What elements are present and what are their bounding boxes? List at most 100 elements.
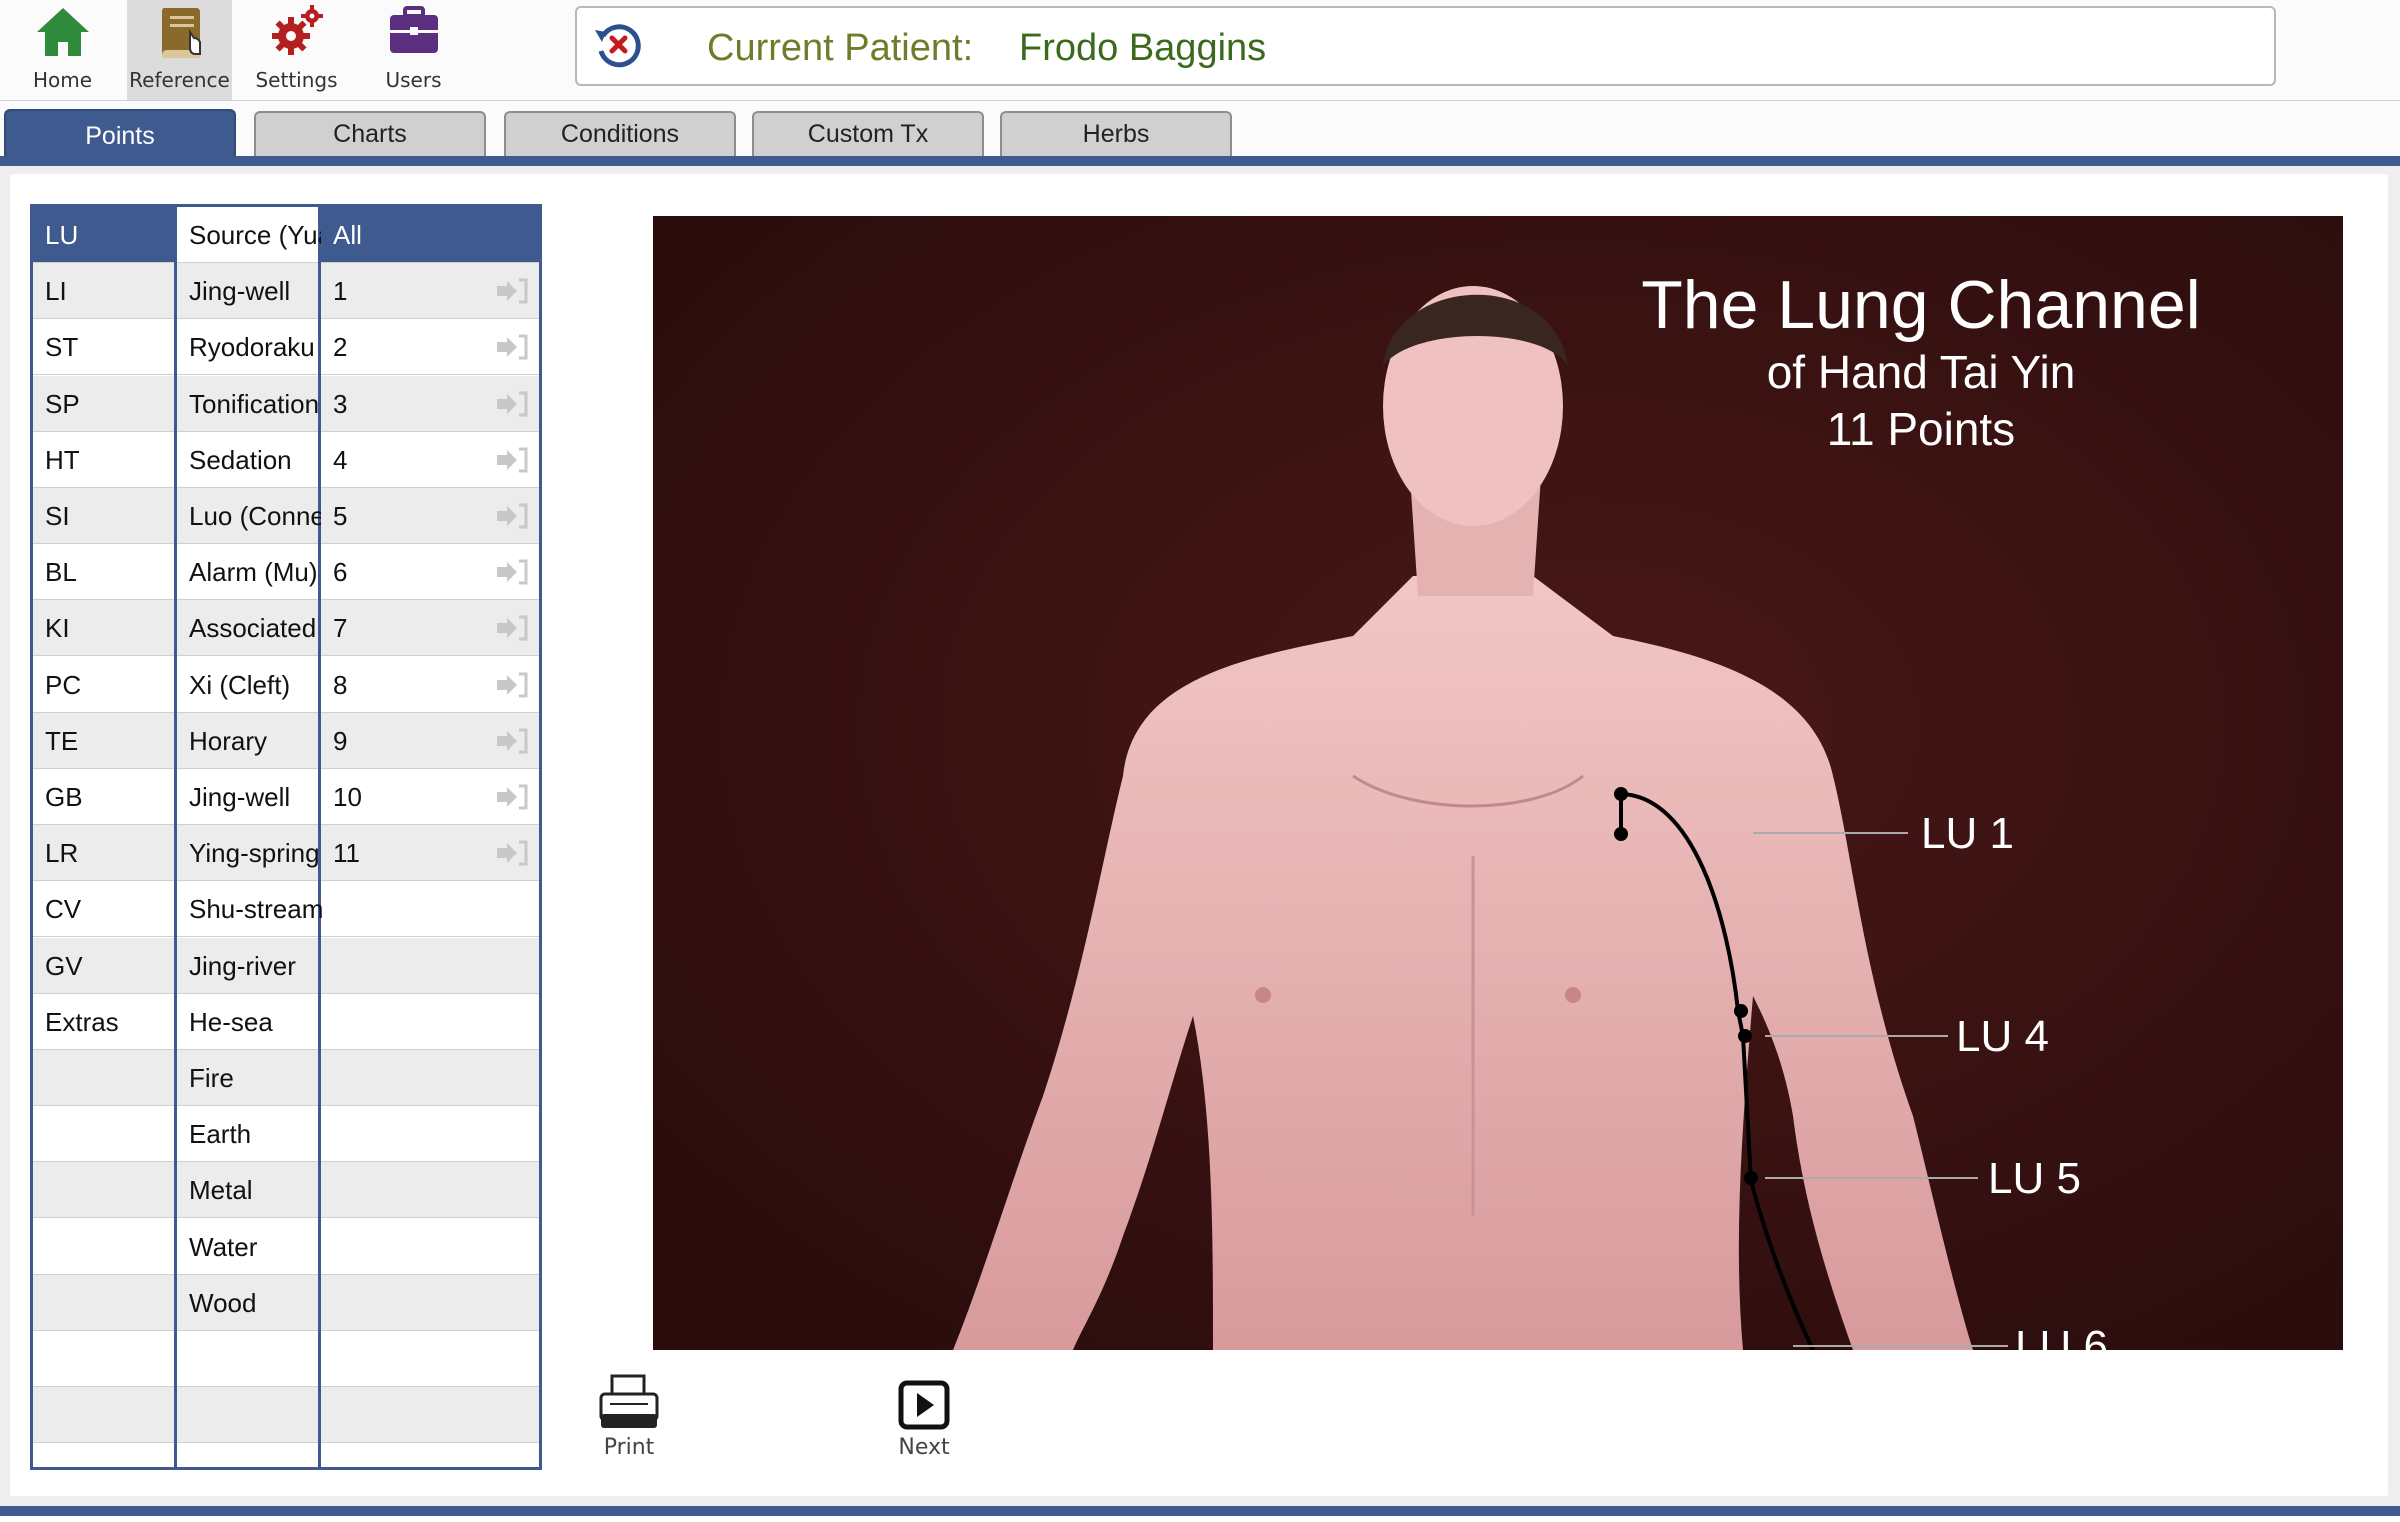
channel-item[interactable]: BL	[33, 544, 174, 601]
empty-cell	[177, 1387, 318, 1444]
settings-button[interactable]: Settings	[244, 0, 349, 100]
point-type-item[interactable]: Ryodoraku	[177, 319, 318, 376]
channel-item[interactable]: LI	[33, 263, 174, 320]
point-type-item[interactable]: Luo (Connecting)	[177, 488, 388, 544]
go-to-point-icon	[497, 615, 528, 641]
next-label: Next	[898, 1435, 950, 1460]
point-number-item[interactable]: 11	[321, 825, 539, 882]
point-label-lu1: LU 1	[1921, 809, 2014, 858]
point-number-item-label: 10	[333, 782, 362, 812]
channel-item[interactable]: ST	[33, 319, 174, 376]
point-type-item-label: Fire	[189, 1063, 234, 1093]
reference-button[interactable]: Reference	[127, 0, 232, 100]
tab-points[interactable]: Points	[4, 109, 236, 161]
point-type-item[interactable]: Jing-well	[177, 769, 318, 825]
go-to-point-icon	[497, 784, 528, 810]
point-type-item[interactable]: Ying-spring	[177, 825, 320, 882]
history-icon[interactable]	[591, 18, 645, 72]
point-type-item[interactable]: Xi (Cleft)	[177, 657, 318, 713]
point-number-item[interactable]: 3	[321, 375, 539, 432]
point-number-item[interactable]: 10	[321, 769, 539, 825]
point-type-item-label: Sedation	[189, 444, 292, 475]
point-number-item[interactable]: 4	[321, 432, 539, 488]
point-type-item[interactable]: Source (Yuan)	[177, 207, 355, 263]
go-to-point-icon	[497, 334, 528, 360]
tab-custom-tx[interactable]: Custom Tx	[752, 111, 984, 157]
point-type-item[interactable]: Jing-well	[177, 263, 318, 320]
point-label-lu5: LU 5	[1988, 1154, 2081, 1203]
point-number-column: All 1 2 3 4 5 6 7 8 9 10 11	[321, 207, 539, 1467]
point-type-item[interactable]: Horary	[177, 712, 318, 769]
point-number-item[interactable]: 7	[321, 600, 539, 657]
channel-item-label: Extras	[45, 1006, 119, 1037]
point-type-item[interactable]: Fire	[177, 1050, 318, 1106]
lung-channel-figure: LU 1 LU 4 LU 5 LU 6 The Lung Channel of …	[653, 216, 2343, 1350]
channel-item[interactable]: LU	[33, 207, 174, 263]
point-type-item[interactable]: Wood	[177, 1274, 318, 1331]
point-type-item[interactable]: Associated (Shu)	[177, 600, 387, 657]
point-number-item[interactable]: 1	[321, 263, 539, 320]
house-icon	[37, 8, 89, 56]
tab-charts[interactable]: Charts	[254, 111, 486, 157]
tab-herbs[interactable]: Herbs	[1000, 111, 1232, 157]
channel-item[interactable]: SP	[33, 375, 174, 432]
point-number-item[interactable]: All	[321, 207, 539, 263]
point-number-item[interactable]: 2	[321, 319, 539, 376]
empty-cell	[321, 994, 539, 1050]
channel-item-label: CV	[45, 894, 82, 925]
point-type-item[interactable]: Metal	[177, 1162, 318, 1219]
channel-item[interactable]: KI	[33, 600, 174, 657]
channel-item[interactable]: CV	[33, 881, 174, 938]
channel-item[interactable]: TE	[33, 712, 174, 769]
empty-cell	[33, 1387, 174, 1444]
channel-item-label: TE	[45, 725, 79, 756]
point-type-item-label: Xi (Cleft)	[189, 669, 291, 700]
users-label: Users	[385, 68, 442, 92]
point-type-item-label: Shu-stream	[189, 894, 324, 925]
channel-item[interactable]: Extras	[33, 994, 174, 1050]
point-type-item-label: Jing-well	[189, 782, 291, 812]
point-number-item-label: All	[333, 220, 362, 250]
next-button[interactable]: Next	[885, 1380, 963, 1464]
empty-cell	[321, 1219, 539, 1275]
point-label-lu6: LU 6	[2015, 1322, 2108, 1350]
channel-item[interactable]: GB	[33, 769, 174, 825]
point-number-item-label: 2	[333, 332, 348, 363]
channel-item[interactable]: LR	[33, 825, 174, 882]
point-number-item[interactable]: 9	[321, 712, 539, 769]
point-number-item-label: 9	[333, 725, 348, 756]
point-type-item[interactable]: Shu-stream	[177, 881, 323, 938]
users-button[interactable]: Users	[361, 0, 466, 100]
print-button[interactable]: Print	[590, 1374, 668, 1464]
point-label-lu4: LU 4	[1956, 1012, 2049, 1061]
home-button[interactable]: Home	[10, 0, 115, 100]
point-type-item[interactable]: Alarm (Mu)	[177, 544, 318, 601]
channel-item-label: BL	[45, 557, 77, 588]
point-number-item[interactable]: 8	[321, 657, 539, 713]
point-type-item-label: Water	[189, 1231, 258, 1262]
go-to-point-icon	[497, 728, 528, 754]
channel-item[interactable]: GV	[33, 937, 174, 994]
point-number-item-label: 3	[333, 388, 348, 419]
point-number-item-label: 7	[333, 613, 348, 644]
briefcase-icon	[390, 6, 438, 53]
tab-conditions[interactable]: Conditions	[504, 111, 736, 157]
point-number-item-label: 4	[333, 444, 348, 475]
point-type-item[interactable]: Earth	[177, 1106, 318, 1163]
point-type-item[interactable]: Water	[177, 1219, 318, 1275]
point-type-item-label: Wood	[189, 1287, 257, 1318]
point-type-item[interactable]: Sedation	[177, 432, 318, 488]
channel-item[interactable]: PC	[33, 657, 174, 713]
point-type-item[interactable]: Tonification	[177, 375, 319, 432]
point-type-item[interactable]: Jing-river	[177, 937, 318, 994]
channel-item[interactable]: HT	[33, 432, 174, 488]
empty-cell	[177, 1331, 318, 1387]
channel-item-label: GV	[45, 950, 83, 981]
point-type-item[interactable]: He-sea	[177, 994, 318, 1050]
point-number-item[interactable]: 6	[321, 544, 539, 601]
figure-point-count: 11 Points	[1827, 403, 2015, 455]
reference-tab-bar: Points Charts Conditions Custom Tx Herbs	[0, 100, 2400, 161]
point-type-item-label: Jing-well	[189, 276, 291, 307]
point-number-item[interactable]: 5	[321, 488, 539, 544]
channel-item[interactable]: SI	[33, 488, 174, 544]
